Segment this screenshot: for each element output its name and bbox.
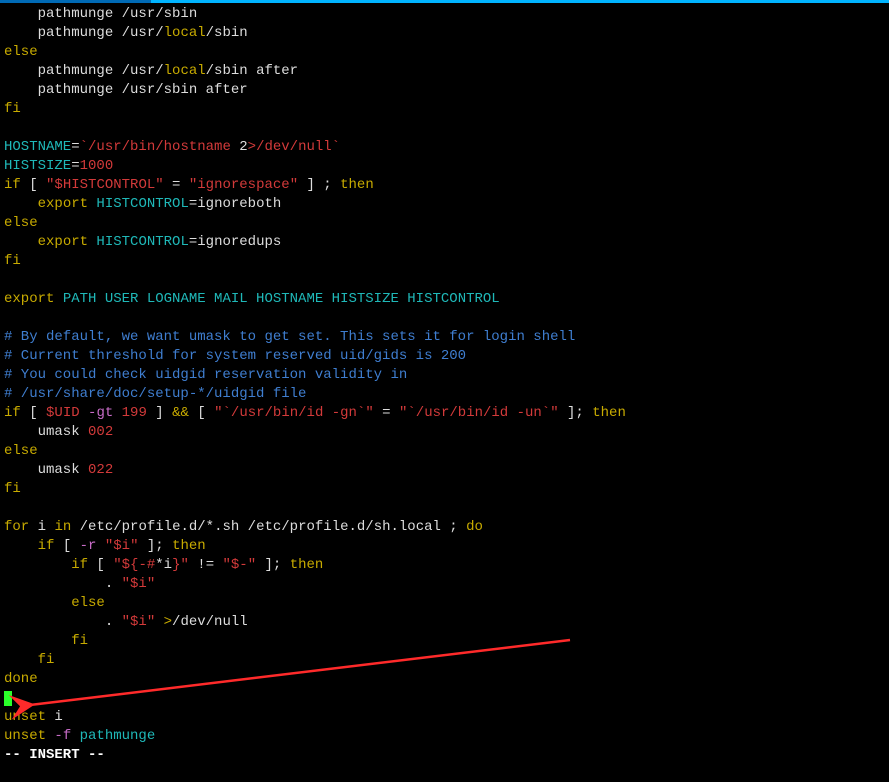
code-line: pathmunge /usr/sbin after bbox=[4, 82, 248, 98]
keyword-fi: fi bbox=[4, 633, 88, 649]
code-line: if [ "${-#*i}" != "$-" ]; then bbox=[4, 557, 323, 573]
code-line: if [ "$HISTCONTROL" = "ignorespace" ] ; … bbox=[4, 177, 374, 193]
code-line: unset i bbox=[4, 709, 63, 725]
code-line: pathmunge /usr/local/sbin bbox=[4, 25, 248, 41]
vim-mode-status: -- INSERT -- bbox=[4, 747, 105, 763]
keyword-else: else bbox=[4, 443, 38, 459]
code-line: . "$i" bbox=[4, 576, 155, 592]
code-line: export PATH USER LOGNAME MAIL HOSTNAME H… bbox=[4, 291, 500, 307]
keyword-fi: fi bbox=[4, 481, 21, 497]
code-line: if [ -r "$i" ]; then bbox=[4, 538, 206, 554]
text-cursor bbox=[4, 691, 12, 706]
code-line: if [ $UID -gt 199 ] && [ "`/usr/bin/id -… bbox=[4, 405, 626, 421]
code-line: HISTSIZE=1000 bbox=[4, 158, 113, 174]
keyword-else: else bbox=[4, 595, 105, 611]
comment-line: # By default, we want umask to get set. … bbox=[4, 329, 575, 345]
code-line: umask 002 bbox=[4, 424, 113, 440]
code-line: HOSTNAME=`/usr/bin/hostname 2>/dev/null` bbox=[4, 139, 340, 155]
comment-line: # You could check uidgid reservation val… bbox=[4, 367, 407, 383]
keyword-fi: fi bbox=[4, 253, 21, 269]
keyword-fi: fi bbox=[4, 652, 54, 668]
keyword-fi: fi bbox=[4, 101, 21, 117]
code-line: export HISTCONTROL=ignoreboth bbox=[4, 196, 281, 212]
code-line: pathmunge /usr/sbin bbox=[4, 6, 197, 22]
keyword-done: done bbox=[4, 671, 38, 687]
code-line: export HISTCONTROL=ignoredups bbox=[4, 234, 281, 250]
code-line: pathmunge /usr/local/sbin after bbox=[4, 63, 298, 79]
code-line: unset -f pathmunge bbox=[4, 728, 155, 744]
code-line: umask 022 bbox=[4, 462, 113, 478]
keyword-else: else bbox=[4, 44, 38, 60]
editor-content[interactable]: pathmunge /usr/sbin pathmunge /usr/local… bbox=[0, 3, 889, 767]
code-line: for i in /etc/profile.d/*.sh /etc/profil… bbox=[4, 519, 483, 535]
comment-line: # Current threshold for system reserved … bbox=[4, 348, 466, 364]
keyword-else: else bbox=[4, 215, 38, 231]
code-line: . "$i" >/dev/null bbox=[4, 614, 248, 630]
comment-line: # /usr/share/doc/setup-*/uidgid file bbox=[4, 386, 306, 402]
